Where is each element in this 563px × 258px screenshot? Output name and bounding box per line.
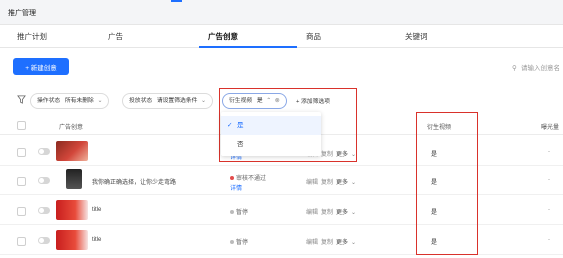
search-placeholder: 请输入创意名 [521, 65, 560, 72]
row-toggle[interactable] [38, 177, 50, 184]
row-ops: 编辑复制更多⌄ [306, 207, 359, 216]
chevron-down-icon: ⌄ [351, 210, 357, 216]
edit-link[interactable]: 编辑 [306, 180, 318, 186]
detail-link[interactable]: 详情 [230, 183, 266, 192]
tab-bar: 推广计划 广告 广告创意 商品 关键词 [0, 26, 563, 48]
check-icon: ✓ [227, 122, 233, 129]
copy-link[interactable]: 复制 [321, 210, 333, 216]
col-creative: 广告创意 [59, 125, 84, 131]
tab-products[interactable]: 商品 [306, 26, 321, 47]
row-toggle[interactable] [38, 237, 50, 244]
chevron-down-icon: ⌄ [351, 180, 357, 186]
row-checkbox[interactable] [17, 237, 26, 246]
dropdown-option-label: 是 [237, 122, 244, 129]
more-menu[interactable]: 更多 [336, 210, 348, 216]
row-status: 审核不通过 详情 [230, 173, 266, 192]
new-creative-button[interactable]: + 新建创意 [13, 58, 69, 75]
filter-op-status[interactable]: 操作状态 所有未删除 ⌄ [30, 93, 110, 109]
active-indicator [171, 0, 182, 2]
filter-delivery-status[interactable]: 投放状态 请设置筛选条件 ⌄ [122, 93, 213, 109]
filter-op-status-value: 所有未删除 [64, 98, 94, 104]
row-creative-name: title [92, 237, 102, 243]
filter-icon [17, 95, 26, 104]
row-toggle[interactable] [38, 148, 50, 155]
copy-link[interactable]: 复制 [321, 240, 333, 246]
row-impressions: - [548, 207, 550, 213]
highlight-box-derived-column [416, 112, 478, 255]
tab-creatives-label: 广告创意 [208, 32, 238, 41]
chevron-down-icon: ⌄ [351, 240, 357, 246]
status-dot [230, 240, 234, 245]
filter-op-status-label: 操作状态 [37, 98, 61, 104]
row-status-text: 暂停 [236, 210, 249, 216]
tab-keywords[interactable]: 关键词 [405, 26, 428, 47]
row-impressions: - [548, 237, 550, 243]
edit-link[interactable]: 编辑 [306, 210, 318, 216]
row-checkbox[interactable] [17, 148, 26, 157]
row-ops: 编辑复制更多⌄ [306, 237, 359, 246]
row-status-text: 暂停 [236, 240, 249, 246]
table-row: title 暂停 编辑 复制 更多 ⌄ 是 - [0, 227, 563, 255]
tab-creatives[interactable]: 广告创意 [208, 26, 238, 47]
row-toggle[interactable] [38, 207, 50, 214]
tab-active-underline [199, 46, 297, 48]
row-impressions: - [548, 149, 550, 155]
row-impressions: - [548, 177, 550, 183]
more-menu[interactable]: 更多 [336, 240, 348, 246]
row-status-text: 审核不通过 [236, 176, 267, 182]
chevron-down-icon: ⌄ [201, 98, 206, 104]
search-input[interactable]: ⚲ 请输入创意名 [512, 62, 563, 73]
row-status: 暂停 [230, 237, 248, 246]
creative-thumbnail[interactable] [66, 169, 82, 189]
filter-delivery-status-value: 请设置筛选条件 [156, 98, 198, 104]
row-ops: 编辑复制更多⌄ [306, 177, 359, 186]
derived-video-dropdown: ✓ 是 否 [221, 112, 321, 156]
row-creative-name: 我你确正确选择，让你少走弯路 [92, 180, 177, 186]
status-dot [230, 210, 234, 215]
more-menu[interactable]: 更多 [336, 180, 348, 186]
dropdown-option-yes[interactable]: ✓ 是 [221, 116, 321, 135]
row-checkbox[interactable] [17, 207, 26, 216]
copy-link[interactable]: 复制 [321, 180, 333, 186]
dropdown-option-label: 否 [237, 141, 244, 148]
dropdown-option-no[interactable]: 否 [221, 135, 321, 154]
search-icon: ⚲ [512, 65, 517, 72]
table-row: 我你确正确选择，让你少走弯路 审核不通过 详情 编辑 复制 更多 ⌄ 是 - [0, 167, 563, 195]
creative-thumbnail[interactable] [56, 200, 88, 220]
filter-delivery-status-label: 投放状态 [129, 98, 153, 104]
creative-thumbnail[interactable] [56, 230, 88, 250]
row-status: 暂停 [230, 207, 248, 216]
top-bar: 推广管理 [0, 0, 563, 25]
tab-plans[interactable]: 推广计划 [17, 26, 47, 47]
edit-link[interactable]: 编辑 [306, 240, 318, 246]
tab-ads[interactable]: 广告 [108, 26, 123, 47]
chevron-down-icon: ⌄ [97, 98, 103, 104]
status-dot [230, 176, 234, 181]
select-all-checkbox[interactable] [17, 121, 26, 130]
table-row: title 暂停 编辑 复制 更多 ⌄ 是 - [0, 197, 563, 225]
row-creative-name: title [92, 207, 102, 213]
creative-thumbnail[interactable] [56, 141, 88, 161]
page-title: 推广管理 [8, 10, 36, 17]
col-impressions: 曝光量 [541, 125, 560, 131]
row-checkbox[interactable] [17, 177, 26, 186]
